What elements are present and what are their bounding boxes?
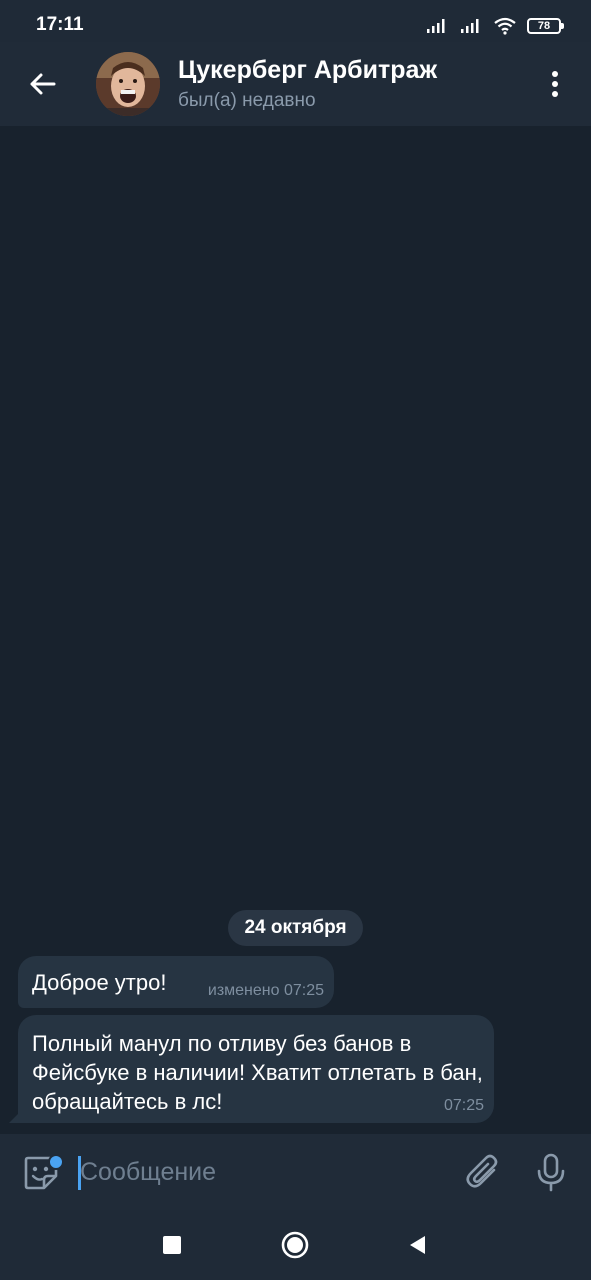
avatar-image	[96, 52, 160, 116]
back-arrow-icon	[30, 73, 56, 95]
back-button[interactable]	[22, 64, 62, 104]
back-triangle-icon	[410, 1236, 425, 1254]
system-navigation-bar	[0, 1210, 591, 1280]
battery-level: 78	[537, 20, 551, 32]
signal-icon	[427, 19, 445, 33]
wifi-icon	[494, 17, 516, 35]
more-vertical-icon	[552, 71, 558, 97]
mic-icon	[537, 1153, 565, 1192]
recents-square-icon	[163, 1236, 181, 1254]
chat-status: был(а) недавно	[178, 90, 316, 111]
message-composer	[0, 1134, 591, 1210]
message-bubble[interactable]: Полный манул по отливу без банов в Фейсб…	[9, 1015, 494, 1123]
more-button[interactable]	[541, 64, 569, 104]
microphone-button[interactable]	[534, 1152, 568, 1192]
recents-button[interactable]	[155, 1228, 189, 1262]
chat-area[interactable]: 24 октября Доброе утро! изменено 07:25 П…	[0, 126, 591, 1134]
attach-icon	[466, 1154, 498, 1188]
message-input[interactable]	[80, 1150, 450, 1194]
signal-icon	[461, 19, 479, 33]
avatar[interactable]	[96, 52, 160, 116]
notification-dot	[48, 1154, 64, 1170]
message-meta: 07:25	[443, 1097, 484, 1114]
chat-header: Цукерберг Арбитраж был(а) недавно	[0, 42, 591, 126]
message-bubble[interactable]: Доброе утро! изменено 07:25	[18, 956, 334, 1008]
status-icons: 78	[425, 14, 564, 38]
home-circle-icon	[281, 1231, 309, 1259]
back-nav-button[interactable]	[400, 1228, 434, 1262]
message-text: Доброе утро!	[32, 970, 167, 995]
battery-icon: 78	[527, 18, 564, 34]
chat-title[interactable]: Цукерберг Арбитраж	[178, 56, 437, 85]
status-time: 17:11	[36, 14, 84, 35]
date-separator: 24 октября	[228, 910, 363, 946]
attach-button[interactable]	[464, 1152, 502, 1192]
message-text: Полный манул по отливу без банов в Фейсб…	[32, 1031, 483, 1114]
home-button[interactable]	[278, 1228, 312, 1262]
message-meta: изменено 07:25	[207, 982, 324, 999]
status-bar: 17:11 78	[0, 0, 591, 42]
